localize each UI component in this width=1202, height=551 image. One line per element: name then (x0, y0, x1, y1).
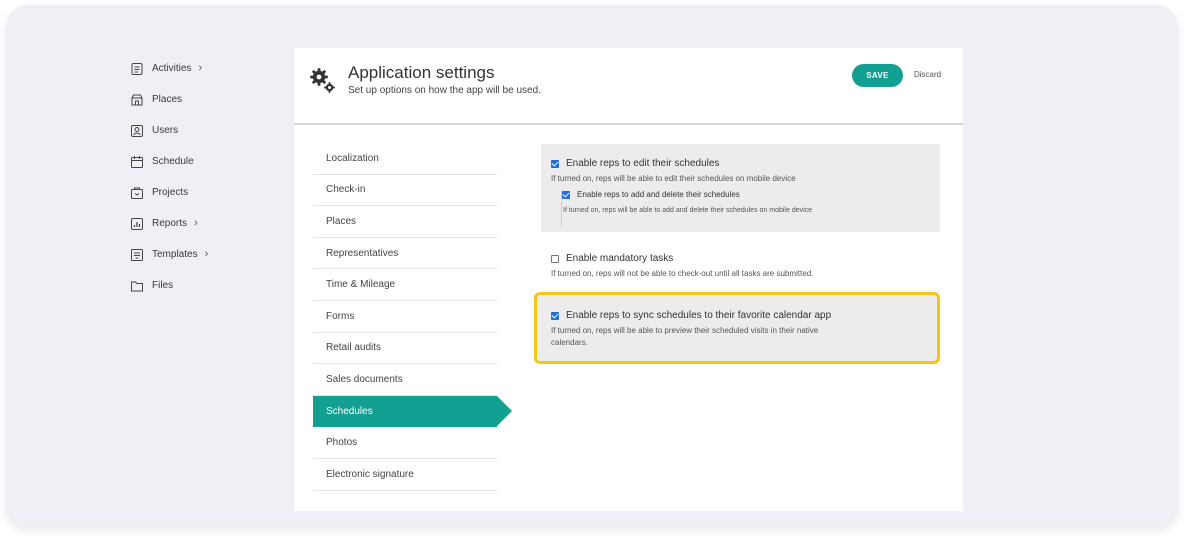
nav-label: Places (152, 94, 183, 105)
add-delete-schedules-checkbox[interactable] (562, 190, 570, 199)
settings-panel: Application settings Set up options on h… (294, 48, 963, 511)
menu-item-schedules[interactable]: Schedules (313, 395, 512, 428)
mandatory-tasks-description: If turned on, reps will not be able to c… (551, 269, 814, 278)
sync-calendar-description: If turned on, reps will be able to previ… (551, 325, 831, 349)
main-navigation: Activities › Places Users Schedule Proje… (130, 53, 260, 301)
edit-schedules-label: Enable reps to edit their schedules (566, 158, 720, 169)
chevron-right-icon: › (194, 217, 198, 229)
places-icon (131, 94, 143, 105)
nav-label: Files (152, 280, 174, 291)
edit-schedules-description: If turned on, reps will be able to edit … (551, 174, 796, 183)
menu-item-photos[interactable]: Photos (313, 427, 497, 459)
mandatory-tasks-label: Enable mandatory tasks (566, 253, 674, 264)
mandatory-tasks-checkbox[interactable] (551, 254, 559, 263)
nav-item-users[interactable]: Users (130, 115, 260, 146)
save-button[interactable]: SAVE (852, 64, 903, 87)
gears-icon (310, 68, 335, 93)
nav-item-places[interactable]: Places (130, 84, 260, 115)
nav-label: Activities (152, 63, 192, 74)
nav-label: Templates (152, 249, 198, 260)
nav-label: Reports (152, 218, 188, 229)
chevron-right-icon: › (198, 62, 203, 74)
menu-item-sales-documents[interactable]: Sales documents (313, 364, 497, 396)
menu-item-localization[interactable]: Localization (313, 143, 497, 175)
activities-icon (131, 62, 143, 75)
page-title: Application settings (348, 63, 495, 82)
sync-calendar-description-line1: If turned on, reps will be able to previ… (551, 326, 819, 335)
calendar-icon (131, 155, 143, 168)
nav-item-projects[interactable]: Projects (130, 177, 260, 208)
sync-calendar-checkbox[interactable] (551, 311, 559, 320)
menu-item-check-in[interactable]: Check-in (313, 175, 497, 207)
menu-item-forms[interactable]: Forms (313, 301, 497, 333)
nav-label: Schedule (152, 156, 194, 167)
sync-calendar-description-line2: calendars. (551, 338, 588, 347)
discard-button[interactable]: Discard (914, 70, 941, 79)
nav-item-schedule[interactable]: Schedule (130, 146, 260, 177)
reports-icon (131, 217, 143, 230)
menu-item-representatives[interactable]: Representatives (313, 238, 497, 270)
menu-item-places[interactable]: Places (313, 206, 497, 238)
folder-icon (131, 281, 143, 291)
panel-header: Application settings Set up options on h… (294, 48, 963, 125)
menu-item-retail-audits[interactable]: Retail audits (313, 333, 497, 365)
add-delete-schedules-label: Enable reps to add and delete their sche… (577, 190, 740, 199)
chevron-right-icon: › (204, 248, 209, 260)
edit-schedules-option-group: Enable reps to edit their schedules If t… (541, 144, 940, 232)
projects-icon (131, 187, 143, 199)
sync-calendar-label: Enable reps to sync schedules to their f… (566, 310, 832, 321)
sync-calendar-option: Enable reps to sync schedules to their f… (551, 310, 831, 349)
page-subtitle: Set up options on how the app will be us… (348, 85, 541, 96)
menu-item-time-mileage[interactable]: Time & Mileage (313, 269, 497, 301)
edit-schedules-option: Enable reps to edit their schedules If t… (551, 158, 796, 185)
users-icon (131, 124, 143, 137)
nav-label: Projects (152, 187, 189, 198)
app-frame: Activities › Places Users Schedule Proje… (6, 5, 1178, 526)
menu-item-electronic-signature[interactable]: Electronic signature (313, 459, 497, 491)
settings-section-menu: Localization Check-in Places Representat… (313, 143, 512, 491)
edit-schedules-checkbox[interactable] (551, 159, 559, 168)
add-delete-schedules-option: Enable reps to add and delete their sche… (561, 190, 812, 226)
add-delete-schedules-description: If turned on, reps will be able to add a… (563, 207, 813, 214)
nav-item-reports[interactable]: Reports › (130, 208, 260, 239)
nav-item-templates[interactable]: Templates › (130, 239, 260, 270)
nav-item-activities[interactable]: Activities › (130, 53, 260, 84)
templates-icon (131, 248, 143, 261)
nav-label: Users (152, 125, 179, 136)
mandatory-tasks-option: Enable mandatory tasks If turned on, rep… (551, 253, 813, 280)
nav-item-files[interactable]: Files (130, 270, 260, 301)
